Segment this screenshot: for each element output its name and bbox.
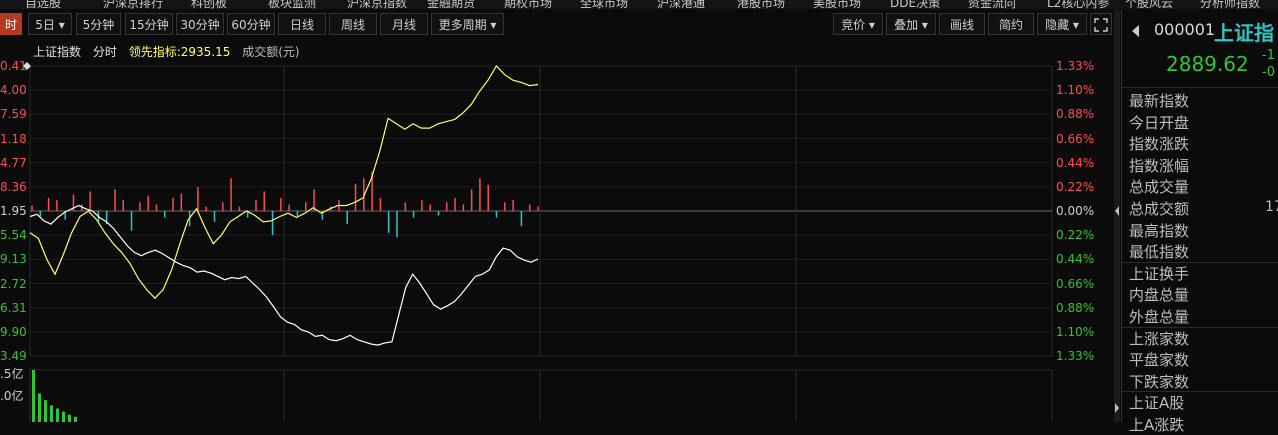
quote-row-label: 总成交额 [1129, 200, 1190, 218]
y-right-tick: 0.66% [1056, 276, 1095, 291]
y-left-tick: 7.59 [0, 107, 27, 122]
y-left-tick: 4.77 [0, 155, 27, 170]
panel-divider[interactable] [1114, 10, 1120, 422]
index-name: 上证指 [1214, 21, 1274, 45]
y-right-tick: 1.10% [1056, 83, 1095, 98]
quote-row-label: 指数涨跌 [1129, 135, 1190, 154]
volume-bar [62, 411, 65, 422]
volume-bar [38, 393, 41, 422]
quote-row-label: 上A涨跌 [1129, 416, 1185, 434]
intraday-chart[interactable] [0, 0, 1110, 422]
current-price: 2889.62 [1166, 52, 1249, 76]
prev-arrow-icon[interactable] [1130, 24, 1140, 38]
volume-tick: .0亿 [0, 389, 24, 403]
y-left-tick: 9.13 [0, 252, 27, 267]
top-menu-item[interactable]: 分析师指数 [1200, 0, 1260, 9]
quote-row-label: 最新指数 [1129, 92, 1190, 110]
volume-bar [68, 414, 71, 422]
quote-side-panel: 000001 上证指 2889.62 -1 -0 最新指数今日开盘指数涨跌指数涨… [1121, 10, 1278, 434]
change-value: -1 [1262, 48, 1275, 63]
y-right-tick: 0.44% [1056, 155, 1095, 170]
total-amount-value: 17 [1265, 199, 1278, 215]
quote-row-label: 上涨家数 [1129, 329, 1190, 348]
quote-row-label: 今日开盘 [1129, 113, 1190, 132]
index-code: 000001 [1154, 20, 1216, 39]
quote-row-label: 上证换手 [1129, 264, 1190, 283]
y-right-tick: 1.10% [1056, 324, 1095, 339]
y-right-tick: 0.22% [1056, 228, 1095, 243]
y-left-tick: 4.00 [0, 83, 27, 98]
quote-row-label: 最低指数 [1129, 243, 1190, 262]
y-right-tick: 0.00% [1056, 204, 1095, 218]
quote-row-label: 内盘总量 [1129, 286, 1190, 305]
volume-bar [50, 405, 53, 422]
y-left-tick: 6.31 [0, 300, 27, 315]
quote-row-label: 总成交量 [1129, 178, 1190, 197]
y-left-tick: 5.54 [0, 228, 27, 243]
change-percent: -0 [1262, 65, 1275, 80]
y-right-tick: 0.44% [1056, 252, 1095, 267]
y-left-tick: 8.36 [0, 179, 27, 194]
quote-row-label: 平盘家数 [1129, 351, 1190, 370]
volume-bar [74, 416, 77, 422]
quote-row-label: 下跌家数 [1129, 372, 1190, 391]
y-right-tick: 0.88% [1056, 107, 1095, 122]
y-left-tick: 1.95 [0, 204, 27, 218]
volume-bar [56, 408, 59, 422]
y-left-tick: 1.18 [0, 131, 27, 146]
y-right-tick: 0.22% [1056, 179, 1095, 194]
quote-row-label: 最高指数 [1129, 221, 1190, 240]
y-left-tick: 3.49 [0, 349, 27, 363]
y-right-tick: 1.33% [1056, 59, 1095, 73]
volume-frame [29, 369, 1053, 422]
y-right-tick: 1.33% [1056, 349, 1095, 363]
divider [1122, 87, 1278, 88]
top-menu-item[interactable]: 个股风云 [1125, 0, 1173, 9]
volume-bar [32, 370, 35, 422]
y-right-tick: 0.66% [1056, 131, 1095, 146]
y-left-tick: 0.41 [0, 59, 27, 73]
y-left-tick: 2.72 [0, 276, 27, 291]
y-right-tick: 0.88% [1056, 300, 1095, 315]
quote-row-label: 上证A股 [1129, 394, 1185, 413]
y-left-tick: 9.90 [0, 324, 27, 339]
quote-row-label: 外盘总量 [1129, 308, 1190, 326]
quote-row-label: 指数涨幅 [1129, 156, 1190, 175]
volume-bar [44, 400, 47, 422]
volume-tick: .5亿 [0, 367, 24, 381]
